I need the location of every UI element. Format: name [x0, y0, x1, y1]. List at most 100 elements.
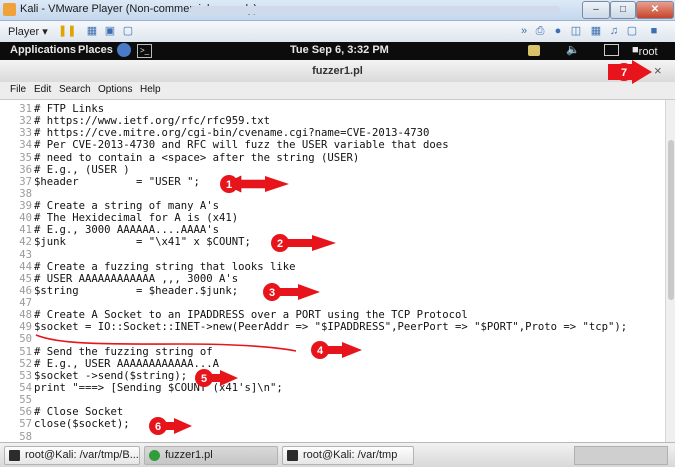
browser-launcher-icon[interactable]: [117, 43, 131, 57]
player-menu[interactable]: Player ▾: [8, 25, 48, 38]
line-number: 34: [19, 139, 32, 152]
line-number: 41: [19, 224, 32, 237]
menu-edit[interactable]: Edit: [34, 84, 51, 95]
device-printer-icon[interactable]: ⎙: [534, 25, 546, 37]
line-number: 58: [19, 430, 32, 443]
gnome-top-panel: Applications Places >_ Tue Sep 6, 3:32 P…: [0, 42, 675, 60]
line-number: 35: [19, 151, 32, 164]
editor-close-icon[interactable]: ×: [654, 63, 662, 78]
device-disk-icon[interactable]: ●: [552, 25, 564, 37]
annotation-5-label: 5: [201, 373, 207, 385]
line-number: 49: [19, 321, 32, 334]
editor-title: fuzzer1.pl: [312, 65, 363, 77]
terminal-icon: [287, 450, 298, 461]
minimize-button[interactable]: –: [582, 1, 610, 19]
device-usb-icon[interactable]: ◫: [570, 25, 582, 37]
line-text: # FTP Links: [34, 103, 105, 115]
task-label: root@Kali: /var/tmp: [303, 449, 398, 461]
line-text: # Per CVE-2013-4730 and RFC will fuzz th…: [34, 139, 449, 152]
terminal-icon: [9, 450, 20, 461]
device-display-icon[interactable]: ▢: [626, 25, 638, 37]
line-number: 45: [19, 272, 32, 285]
menu-help[interactable]: Help: [140, 84, 161, 95]
unity-icon[interactable]: ▢: [122, 25, 134, 37]
line-number: 51: [19, 345, 32, 358]
editor-scrollbar[interactable]: [665, 100, 675, 442]
annotation-1-label: 1: [226, 179, 232, 191]
line-number: 40: [19, 212, 32, 225]
line-text: $string = $header.$junk;: [34, 284, 239, 297]
line-number: 47: [19, 297, 32, 310]
minimize-icon: –: [593, 4, 599, 15]
line-text: print "===> [Sending $COUNT (x41's]\n";: [34, 381, 283, 394]
device-camera-icon[interactable]: ■: [648, 25, 660, 37]
line-text: $junk = "\x41" x $COUNT;: [34, 236, 251, 249]
terminal-launcher-icon[interactable]: >_: [137, 44, 152, 58]
player-menu-label: Player: [8, 26, 40, 38]
clock[interactable]: Tue Sep 6, 3:32 PM: [290, 44, 389, 56]
blurred-path-bar: [190, 6, 560, 14]
line-number: 48: [19, 309, 32, 322]
user-name: root: [638, 46, 658, 58]
annotation-3-label: 3: [269, 287, 275, 299]
device-network-icon[interactable]: ▦: [590, 25, 602, 37]
menu-search[interactable]: Search: [59, 84, 91, 95]
applications-menu[interactable]: Applications: [10, 44, 76, 56]
line-number: 36: [19, 163, 32, 176]
workspace-switcher[interactable]: [574, 446, 668, 465]
line-text: # https://cve.mitre.org/cgi-bin/cvename.…: [34, 127, 430, 140]
vmware-title-bar: Kali - VMware Player (Non-commercial use…: [0, 0, 675, 21]
line-text: $socket ->send($string);: [34, 369, 188, 382]
line-text: # https://www.ietf.org/rfc/rfc959.txt: [34, 115, 270, 128]
line-number: 32: [19, 115, 32, 128]
close-window-button[interactable]: ✕: [636, 1, 674, 19]
line-number: 57: [19, 418, 32, 431]
annotation-6-label: 6: [155, 421, 161, 433]
line-number: 43: [19, 248, 32, 261]
task-label: fuzzer1.pl: [165, 449, 213, 461]
volume-icon[interactable]: 🔈: [566, 43, 580, 56]
line-text: # Create a string of many A's: [34, 200, 219, 213]
line-text: # The Hexidecimal for A is (x41): [34, 212, 239, 225]
task-terminal-1[interactable]: root@Kali: /var/tmp/B...: [4, 446, 140, 465]
task-label: root@Kali: /var/tmp/B...: [25, 449, 139, 461]
annotation-2-label: 2: [277, 238, 283, 250]
menu-options[interactable]: Options: [98, 84, 132, 95]
line-number: 56: [19, 406, 32, 419]
network-icon[interactable]: [604, 44, 619, 56]
vmware-logo-icon: [3, 3, 16, 16]
send-ctrl-alt-del-icon[interactable]: ▦: [86, 25, 98, 37]
user-menu[interactable]: ■ root: [632, 44, 658, 58]
editor-title-bar: fuzzer1.pl ×: [0, 60, 675, 83]
line-text: $header = "USER ";: [34, 175, 200, 188]
line-text: # E.g., 3000 AAAAAA....AAAA's: [34, 224, 219, 237]
device-sound-icon[interactable]: ♫: [608, 25, 620, 37]
line-number: 37: [19, 175, 32, 188]
scrollbar-thumb[interactable]: [668, 140, 674, 300]
line-number: 53: [19, 369, 32, 382]
line-number: 38: [19, 187, 32, 200]
line-text: # E.g., (USER ): [34, 163, 130, 176]
line-number: 50: [19, 333, 32, 346]
task-terminal-2[interactable]: root@Kali: /var/tmp: [282, 446, 414, 465]
line-text: # Send the fuzzing string of: [34, 345, 213, 358]
player-toolbar: Player ▾ ❚❚ ▦ ▣ ▢ » ⎙ ● ◫ ▦ ♫ ▢ ■: [0, 21, 675, 43]
editor-text-area[interactable]: 3 1 # FTP Links 32 # https://www.ietf.org/rf…: [0, 100, 665, 442]
forward-icon[interactable]: »: [518, 25, 530, 37]
line-number: 42: [19, 236, 32, 249]
line-number: 33: [19, 127, 32, 140]
restore-button[interactable]: □: [610, 1, 636, 19]
notification-icon[interactable]: [528, 45, 540, 56]
line-text: # need to contain a <space> after the st…: [34, 151, 360, 164]
menu-file[interactable]: File: [10, 84, 26, 95]
annotation-4-label: 4: [317, 345, 324, 357]
task-fuzzer[interactable]: fuzzer1.pl: [144, 446, 278, 465]
line-text: # Create A Socket to an IPADDRESS over a…: [34, 309, 468, 322]
line-text: # E.g., USER AAAAAAAAAAAA...A: [34, 357, 219, 370]
places-menu[interactable]: Places: [78, 44, 113, 56]
pause-icon[interactable]: ❚❚: [58, 25, 76, 37]
fit-guest-icon[interactable]: ▣: [104, 25, 116, 37]
close-icon: ✕: [650, 4, 660, 15]
editor-menu-bar: File Edit Search Options Help: [0, 82, 675, 100]
line-text: close($socket);: [34, 418, 130, 431]
